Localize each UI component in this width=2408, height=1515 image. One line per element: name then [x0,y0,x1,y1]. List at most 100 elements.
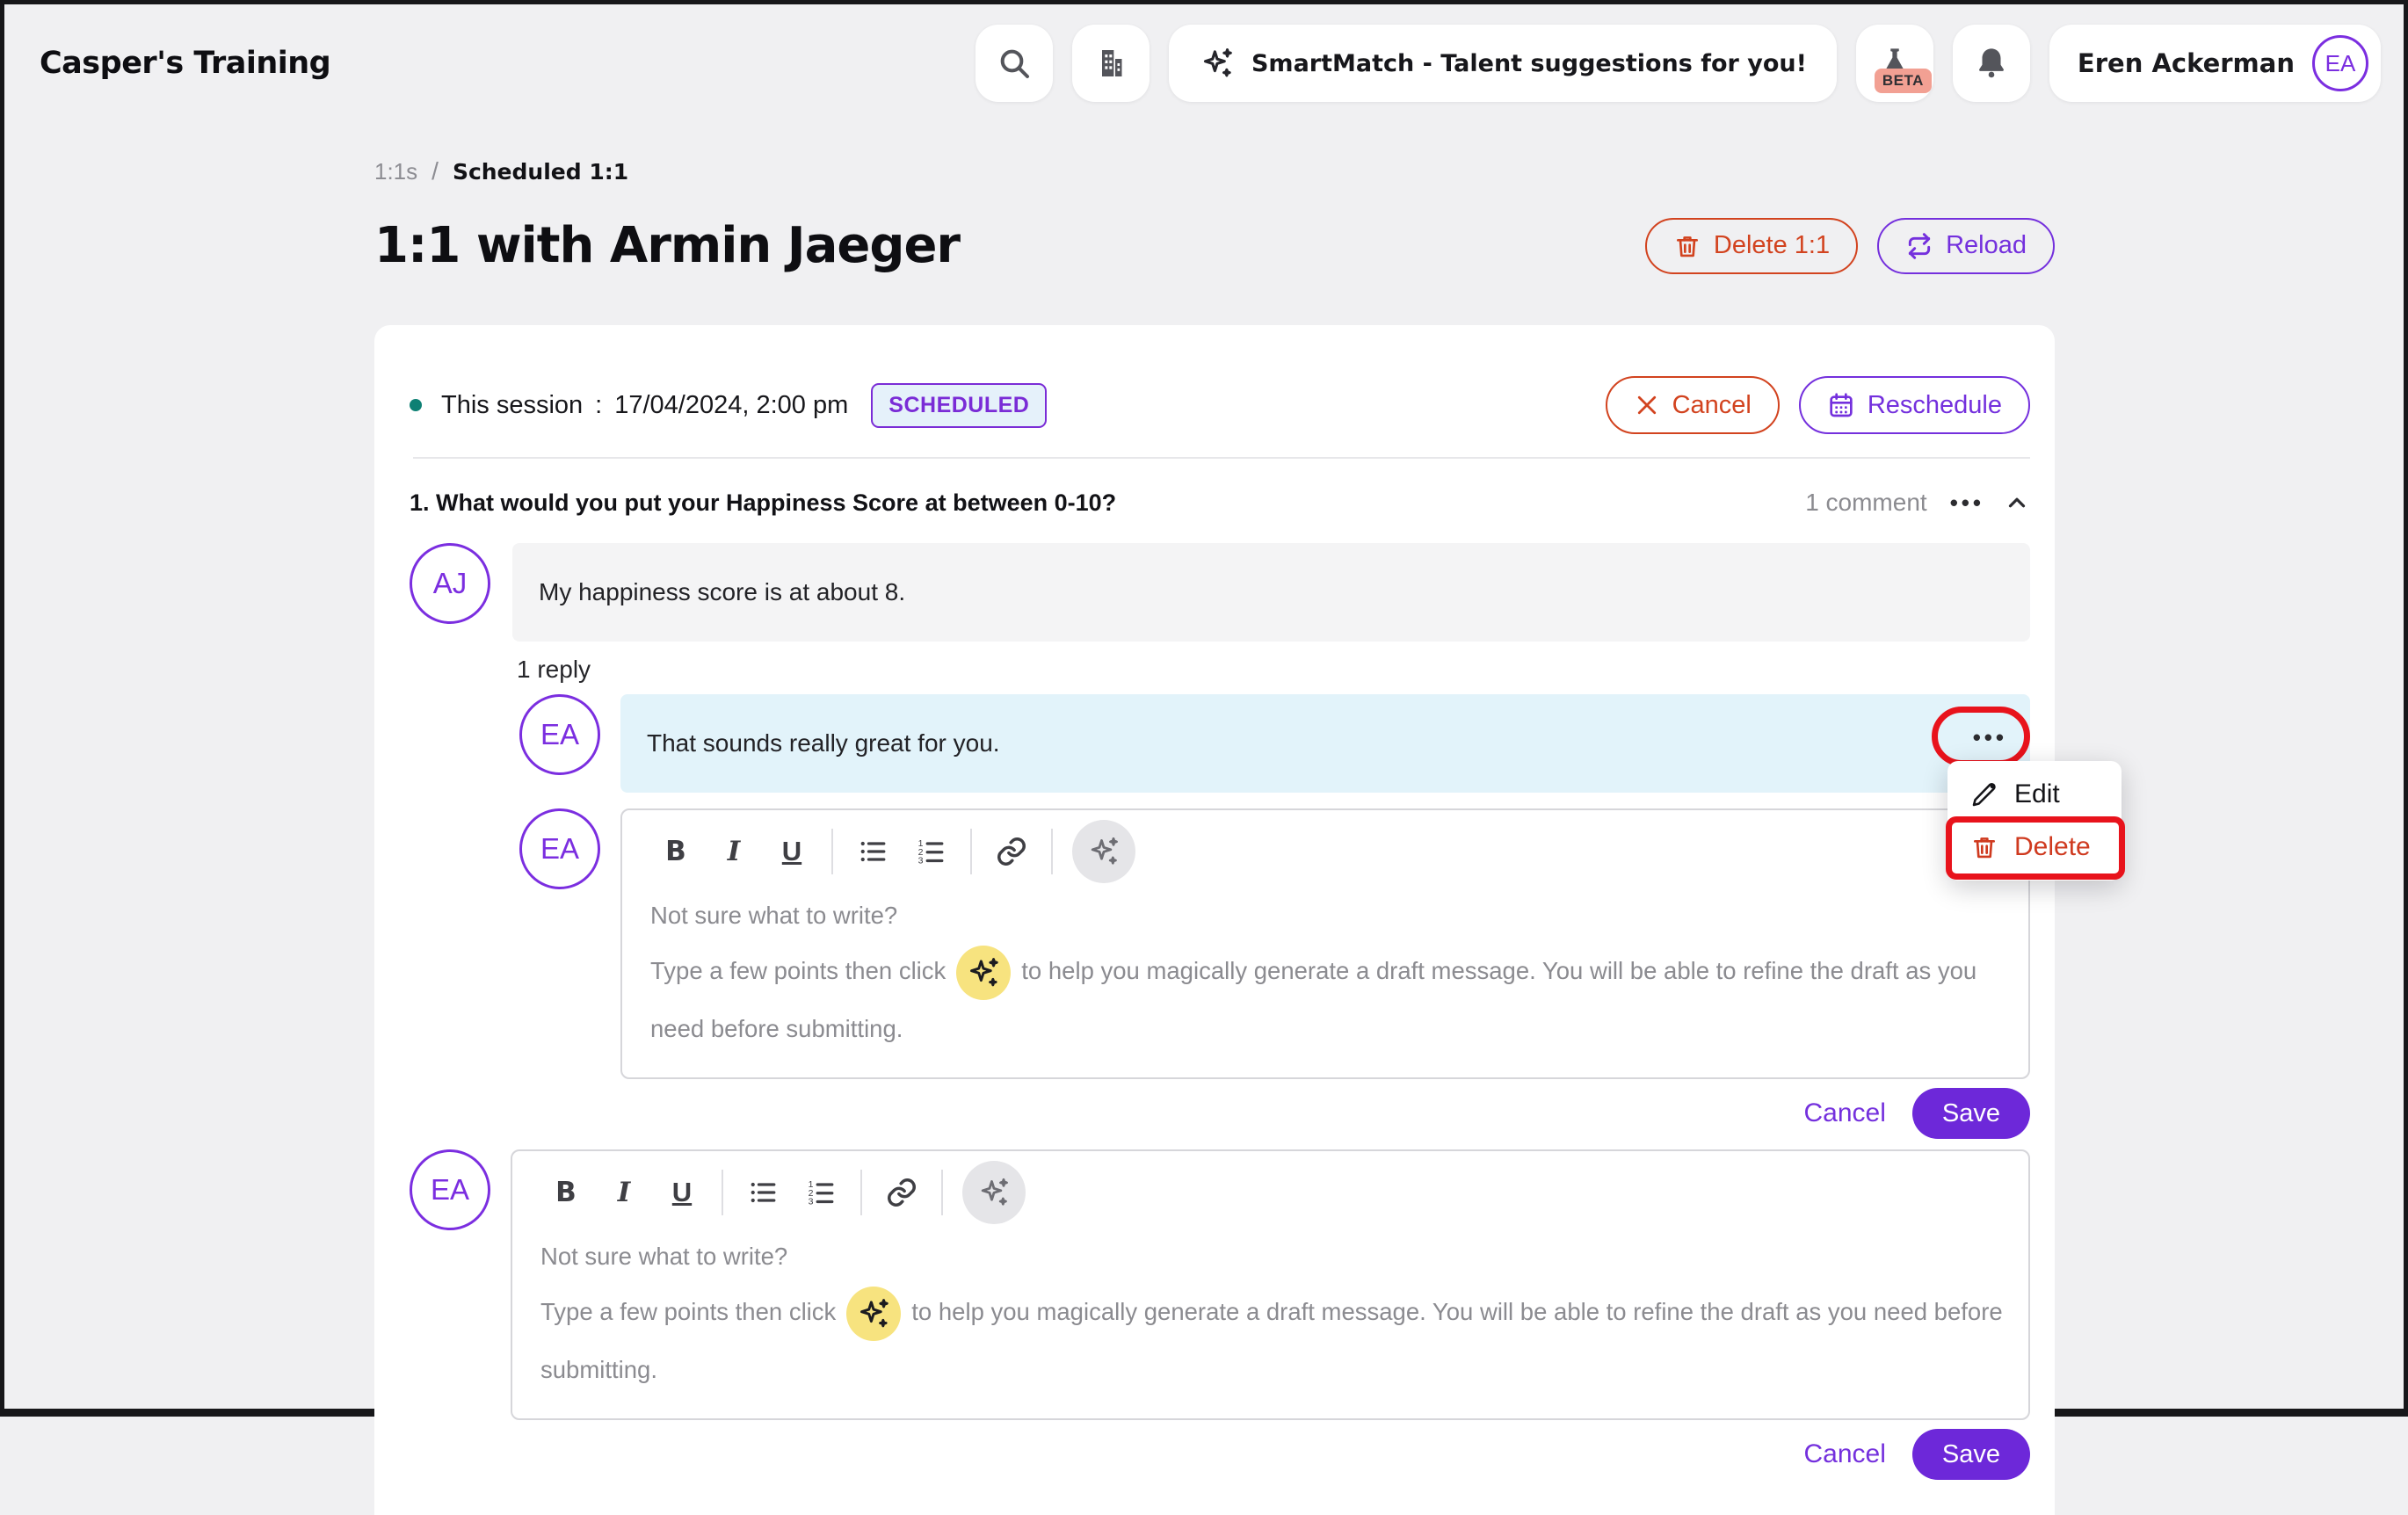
editor-save-button[interactable]: Save [1912,1429,2030,1480]
calendar-icon [1827,391,1855,419]
title-actions: Delete 1:1 Reload [1645,218,2055,274]
toolbar-divider [831,829,833,874]
reply-count-label: 1 reply [517,656,2030,684]
reload-label: Reload [1946,231,2027,260]
placeholder-before: Type a few points then click [650,957,946,984]
smartmatch-banner-button[interactable]: SmartMatch - Talent suggestions for you! [1169,25,1837,102]
reload-icon [1905,232,1933,260]
breadcrumb-parent-link[interactable]: 1:1s [374,158,417,185]
bulleted-list-button[interactable] [734,1163,792,1221]
editor-save-button[interactable]: Save [1912,1088,2030,1139]
reply-editor-box[interactable]: B I U 123 [620,808,2030,1079]
underline-button[interactable]: U [763,823,821,881]
toolbar-divider [860,1170,862,1215]
session-actions: Cancel Reschedule [1606,376,2030,434]
numbered-list-button[interactable]: 123 [792,1163,850,1221]
breadcrumb: 1:1s / Scheduled 1:1 [374,157,2055,185]
question-text: 1. What would you put your Happiness Sco… [410,489,1116,517]
comment-editor-box[interactable]: B I U 123 [511,1149,2030,1420]
menu-item-edit-label: Edit [2014,779,2060,809]
breadcrumb-separator: / [432,157,439,185]
svg-text:3: 3 [809,1197,814,1207]
session-status-dot [410,399,422,411]
breadcrumb-current: Scheduled 1:1 [453,159,628,185]
italic-button[interactable]: I [595,1163,653,1221]
comment-bubble: My happiness score is at about 8. [512,543,2030,642]
editor-toolbar: B I U 123 [647,823,2004,881]
smartmatch-label: SmartMatch - Talent suggestions for you! [1251,50,1807,77]
italic-button[interactable]: I [705,823,763,881]
ai-magic-button[interactable] [846,1287,901,1341]
numbered-list-button[interactable]: 123 [902,823,960,881]
page-title: 1:1 with Armin Jaeger [374,217,960,274]
menu-item-delete-label: Delete [2014,832,2091,862]
trash-icon [1673,232,1701,260]
bulleted-list-button[interactable] [844,823,902,881]
ai-generate-button[interactable] [1072,820,1135,883]
organization-button[interactable] [1072,25,1150,102]
ai-generate-button[interactable] [962,1161,1026,1224]
menu-item-edit[interactable]: Edit [1947,768,2122,821]
comment-row: AJ My happiness score is at about 8. [410,543,2030,642]
labs-button[interactable]: BETA [1856,25,1933,102]
reload-button[interactable]: Reload [1877,218,2055,274]
comment-editor-actions: Cancel Save [410,1429,2030,1480]
session-row: This session : 17/04/2024, 2:00 pm SCHED… [410,376,2030,434]
x-icon [1634,392,1660,418]
bold-button[interactable]: B [647,823,705,881]
search-icon [997,46,1032,81]
comment-author-avatar: AJ [410,543,490,624]
main-content: 1:1s / Scheduled 1:1 1:1 with Armin Jaeg… [374,157,2055,1515]
reschedule-button[interactable]: Reschedule [1799,376,2030,434]
editor-author-avatar: EA [519,808,600,889]
delete-1-1-label: Delete 1:1 [1714,231,1830,260]
building-icon [1093,46,1128,81]
delete-1-1-button[interactable]: Delete 1:1 [1645,218,1858,274]
question-more-button[interactable]: ••• [1950,489,1984,517]
user-avatar: EA [2312,35,2368,91]
status-badge: SCHEDULED [871,383,1047,428]
cancel-session-button[interactable]: Cancel [1606,376,1780,434]
reply-context-menu: Edit Delete [1947,761,2122,881]
underline-button[interactable]: U [653,1163,711,1221]
editor-cancel-link[interactable]: Cancel [1804,1098,1886,1128]
ai-magic-button[interactable] [956,946,1011,1000]
divider [413,457,2030,459]
collapse-chevron-up-icon[interactable] [2004,489,2030,516]
session-datetime: 17/04/2024, 2:00 pm [614,391,848,420]
placeholder-before: Type a few points then click [540,1298,836,1325]
reply-more-button[interactable]: ••• [1973,726,2007,749]
trash-icon [1970,833,1998,861]
title-row: 1:1 with Armin Jaeger Delete 1:1 Reload [374,217,2055,274]
session-card: This session : 17/04/2024, 2:00 pm SCHED… [374,325,2055,1515]
comment-count: 1 comment [1805,489,1927,517]
user-menu[interactable]: Eren Ackerman EA [2049,25,2381,102]
link-button[interactable] [873,1163,931,1221]
link-button[interactable] [983,823,1041,881]
search-button[interactable] [976,25,1053,102]
toolbar-divider [1051,829,1053,874]
menu-item-delete[interactable]: Delete [1947,821,2122,873]
toolbar-divider [722,1170,723,1215]
reply-row: EA That sounds really great for you. •••… [519,694,2030,793]
reply-editor-actions: Cancel Save [410,1088,2030,1139]
editor-placeholder-line2: Type a few points then clickto help you … [650,942,2004,1058]
editor-placeholder-line1: Not sure what to write? [650,902,2004,930]
editor-placeholder-line2: Type a few points then clickto help you … [540,1283,2004,1399]
sparkle-icon [1199,45,1236,82]
pencil-icon [1970,780,1998,808]
reply-bubble: That sounds really great for you. ••• [620,694,2030,793]
reply-editor: EA B I U 123 [519,808,2030,1079]
editor-cancel-link[interactable]: Cancel [1804,1439,1886,1469]
comment-editor: EA B I U 123 [410,1149,2030,1420]
cancel-session-label: Cancel [1672,391,1752,420]
editor-toolbar: B I U 123 [537,1163,2004,1221]
session-label: This session [441,391,583,420]
editor-author-avatar: EA [410,1149,490,1230]
question-row: 1. What would you put your Happiness Sco… [410,489,2030,517]
bold-button[interactable]: B [537,1163,595,1221]
reply-text: That sounds really great for you. [647,729,1000,758]
header-actions: SmartMatch - Talent suggestions for you!… [976,25,2381,102]
notifications-button[interactable] [1953,25,2030,102]
beta-badge: BETA [1875,69,1932,93]
